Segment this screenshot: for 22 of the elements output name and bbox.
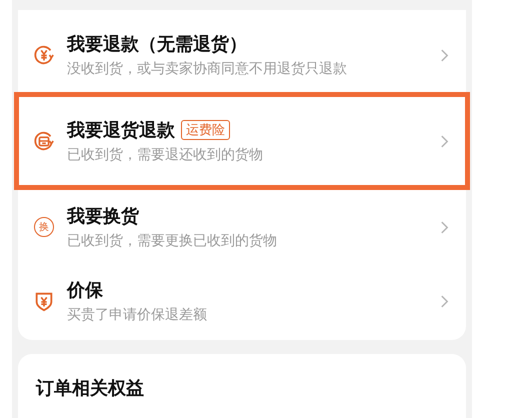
section-title: 订单相关权益	[36, 378, 144, 399]
option-description: 已收到货，需要退还收到的货物	[67, 146, 264, 164]
box-return-icon	[33, 130, 55, 152]
shipping-insurance-badge: 运费险	[181, 120, 230, 140]
exchange-icon: 换	[34, 217, 54, 237]
option-description: 买贵了申请价保退差额	[67, 306, 208, 324]
option-description: 已收到货，需要更换已收到的货物	[67, 232, 278, 250]
option-title: 我要退款（无需退货）	[67, 33, 247, 56]
yen-refund-icon	[33, 44, 55, 66]
chevron-right-icon	[440, 294, 449, 308]
option-description: 没收到货，或与卖家协商同意不用退货只退款	[67, 60, 348, 78]
option-title: 我要退货退款	[67, 119, 175, 142]
option-row[interactable]: 换 我要换货 已收到货，需要更换已收到的货物	[14, 190, 470, 264]
shield-yen-icon	[33, 290, 55, 312]
option-title: 我要换货	[67, 205, 139, 228]
option-row[interactable]: 价保 买贵了申请价保退差额	[14, 264, 470, 338]
chevron-right-icon	[440, 48, 449, 62]
option-title: 价保	[67, 279, 103, 302]
option-row[interactable]: 我要退款（无需退货） 没收到货，或与卖家协商同意不用退货只退款	[14, 18, 470, 92]
option-row[interactable]: 我要退货退款 运费险 已收到货，需要退还收到的货物	[14, 92, 470, 190]
chevron-right-icon	[440, 220, 449, 234]
chevron-right-icon	[440, 134, 449, 148]
